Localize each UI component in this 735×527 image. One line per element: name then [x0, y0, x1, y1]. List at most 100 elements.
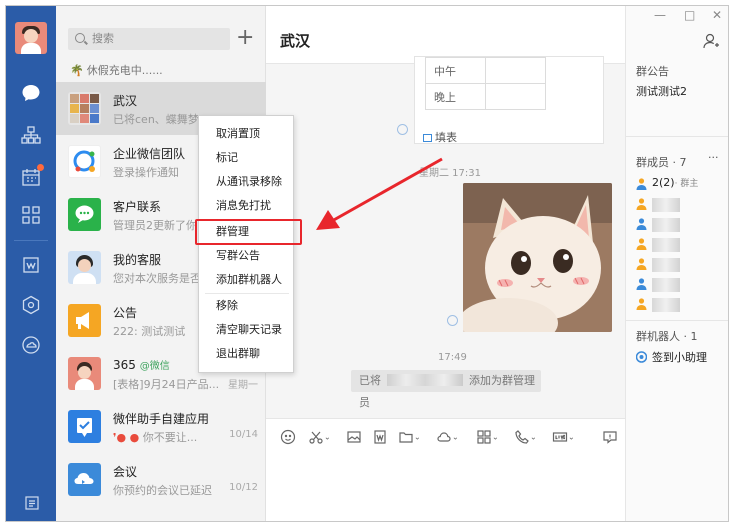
workbench-icon[interactable] — [20, 204, 42, 226]
announcement-title: 群公告 — [636, 65, 669, 78]
document-icon[interactable] — [372, 429, 388, 447]
member-item[interactable] — [636, 276, 726, 294]
robot-item[interactable]: 签到小助理 — [636, 349, 726, 367]
chat-time: 10/14 — [229, 429, 258, 440]
members-title: 群成员 · 7 — [636, 156, 687, 169]
app-hub-icon[interactable] — [20, 294, 42, 316]
chat-name: 会议 — [113, 465, 138, 479]
member-owner[interactable]: 2(2)· 群主 — [636, 176, 726, 194]
chat-name: 微伴助手自建应用 — [113, 412, 210, 426]
status-text[interactable]: 🌴 休假充电中...... — [70, 62, 163, 78]
menu-item-leave-group[interactable]: 退出群聊 — [199, 343, 293, 367]
chat-name: 公告 — [113, 306, 138, 320]
menu-item-write-announcement[interactable]: 写群公告 — [199, 245, 293, 269]
member-item[interactable] — [636, 236, 726, 254]
close-button[interactable]: ✕ — [712, 8, 722, 22]
folder-icon[interactable]: ⌄ — [398, 429, 421, 447]
user-avatar[interactable] — [15, 22, 47, 54]
announcement-text[interactable]: 测试测试2 — [636, 83, 687, 99]
chat-preview: 你预约的会议已延迟 — [113, 484, 212, 497]
service-avatar — [68, 251, 101, 284]
megaphone-icon — [68, 304, 101, 337]
wedrive-icon[interactable] — [20, 254, 42, 276]
app-window: 搜索 + 🌴 休假充电中...... 武汉 已将cen、蝶舞梦... 企业微信团… — [5, 5, 729, 522]
settings-menu-icon[interactable] — [24, 495, 40, 511]
menu-item-mark[interactable]: 标记 — [199, 147, 293, 171]
search-placeholder: 搜索 — [92, 32, 114, 45]
form-table: 中午 晚上 — [425, 57, 546, 110]
chat-name: 客户联系 — [113, 200, 162, 214]
add-button[interactable]: + — [236, 26, 254, 50]
chat-preview: [表格]9月24日产品... — [113, 378, 220, 391]
chat-time: 星期一 — [228, 380, 258, 391]
menu-item-mute[interactable]: 消息免打扰 — [199, 195, 293, 219]
chat-name: 365 @微信 — [113, 358, 170, 372]
cloud-drive-icon[interactable]: ⌄ — [436, 429, 459, 447]
robots-title: 群机器人 · 1 — [636, 330, 698, 343]
fill-form-button[interactable]: 填表 — [423, 129, 457, 145]
search-icon — [75, 33, 85, 43]
menu-item-add-robot[interactable]: 添加群机器人 — [199, 269, 293, 293]
wework-logo-icon — [68, 145, 101, 178]
redacted-name — [652, 218, 680, 232]
chat-time: 10/12 — [229, 482, 258, 493]
member-item[interactable] — [636, 216, 726, 234]
maximize-button[interactable]: □ — [684, 8, 695, 22]
minimize-button[interactable]: — — [654, 8, 666, 22]
member-item[interactable] — [636, 296, 726, 314]
image-icon[interactable] — [346, 429, 362, 447]
wechat-icon — [68, 198, 101, 231]
chat-preview: ❜● ● 你不要让... — [113, 431, 198, 444]
palm-tree-icon: 🌴 — [70, 64, 84, 77]
chat-area: 武汉 中午 晚上 填表 星期二 17:31 17:49 已将 添加为群管理员 ⌄… — [266, 6, 625, 521]
chat-item-weban-app[interactable]: 微伴助手自建应用 ❜● ● 你不要让... 10/14 — [56, 400, 266, 453]
redacted-name — [652, 298, 680, 312]
table-icon — [423, 134, 432, 142]
contacts-icon[interactable] — [20, 124, 42, 146]
group-avatar — [68, 92, 101, 125]
redacted-name — [652, 258, 680, 272]
search-input[interactable]: 搜索 — [68, 28, 230, 50]
message-timestamp: 17:49 — [438, 352, 467, 363]
redacted-name — [652, 198, 680, 212]
cat-image[interactable] — [463, 183, 612, 332]
read-status-icon[interactable] — [397, 124, 408, 135]
menu-item-clear-history[interactable]: 清空聊天记录 — [199, 319, 293, 343]
cloud-icon[interactable] — [20, 334, 42, 356]
menu-item-remove[interactable]: 移除 — [199, 295, 293, 319]
form-card[interactable]: 中午 晚上 填表 — [414, 56, 604, 144]
chat-item-meeting[interactable]: 会议 你预约的会议已延迟 10/12 — [56, 453, 266, 506]
redacted-name — [652, 238, 680, 252]
phone-icon[interactable]: ⌄ — [514, 429, 537, 447]
menu-item-unpin[interactable]: 取消置顶 — [199, 123, 293, 147]
menu-item-remove-from-contacts[interactable]: 从通讯录移除 — [199, 171, 293, 195]
chat-history-icon[interactable] — [602, 429, 618, 447]
messages-icon[interactable] — [20, 82, 42, 104]
more-members-icon[interactable]: ··· — [708, 151, 719, 164]
emoji-icon[interactable] — [280, 429, 296, 447]
group-info-panel: — □ ✕ 群公告 测试测试2 群成员 · 7 ··· 2(2)· 群主 群机器… — [625, 6, 728, 521]
robot-icon — [636, 351, 647, 363]
add-member-icon[interactable] — [702, 32, 720, 50]
user-365-avatar — [68, 357, 101, 390]
calendar-icon[interactable] — [20, 164, 44, 188]
red-arrow-icon — [316, 157, 443, 230]
chat-name: 企业微信团队 — [113, 147, 186, 161]
notification-dot — [37, 164, 44, 171]
wechat-tag: @微信 — [139, 361, 170, 372]
member-item[interactable] — [636, 256, 726, 274]
read-status-icon[interactable] — [447, 315, 458, 326]
redacted-name — [387, 374, 463, 386]
system-notice: 已将 添加为群管理员 — [351, 370, 541, 409]
screenshot-icon[interactable]: ⌄ — [308, 429, 331, 447]
person-icon — [636, 178, 647, 190]
redacted-name — [652, 278, 680, 292]
meeting-cloud-icon — [68, 463, 101, 496]
apps-grid-icon[interactable]: ⌄ — [476, 429, 499, 447]
message-toolbar: ⌄ ⌄ ⌄ ⌄ ⌄ ⌄ — [266, 418, 625, 521]
live-icon[interactable]: ⌄ — [552, 429, 575, 447]
balloon-icon: ● — [116, 431, 127, 444]
checkbox-app-icon — [68, 410, 101, 443]
member-item[interactable] — [636, 196, 726, 214]
chat-title: 武汉 — [280, 32, 311, 50]
